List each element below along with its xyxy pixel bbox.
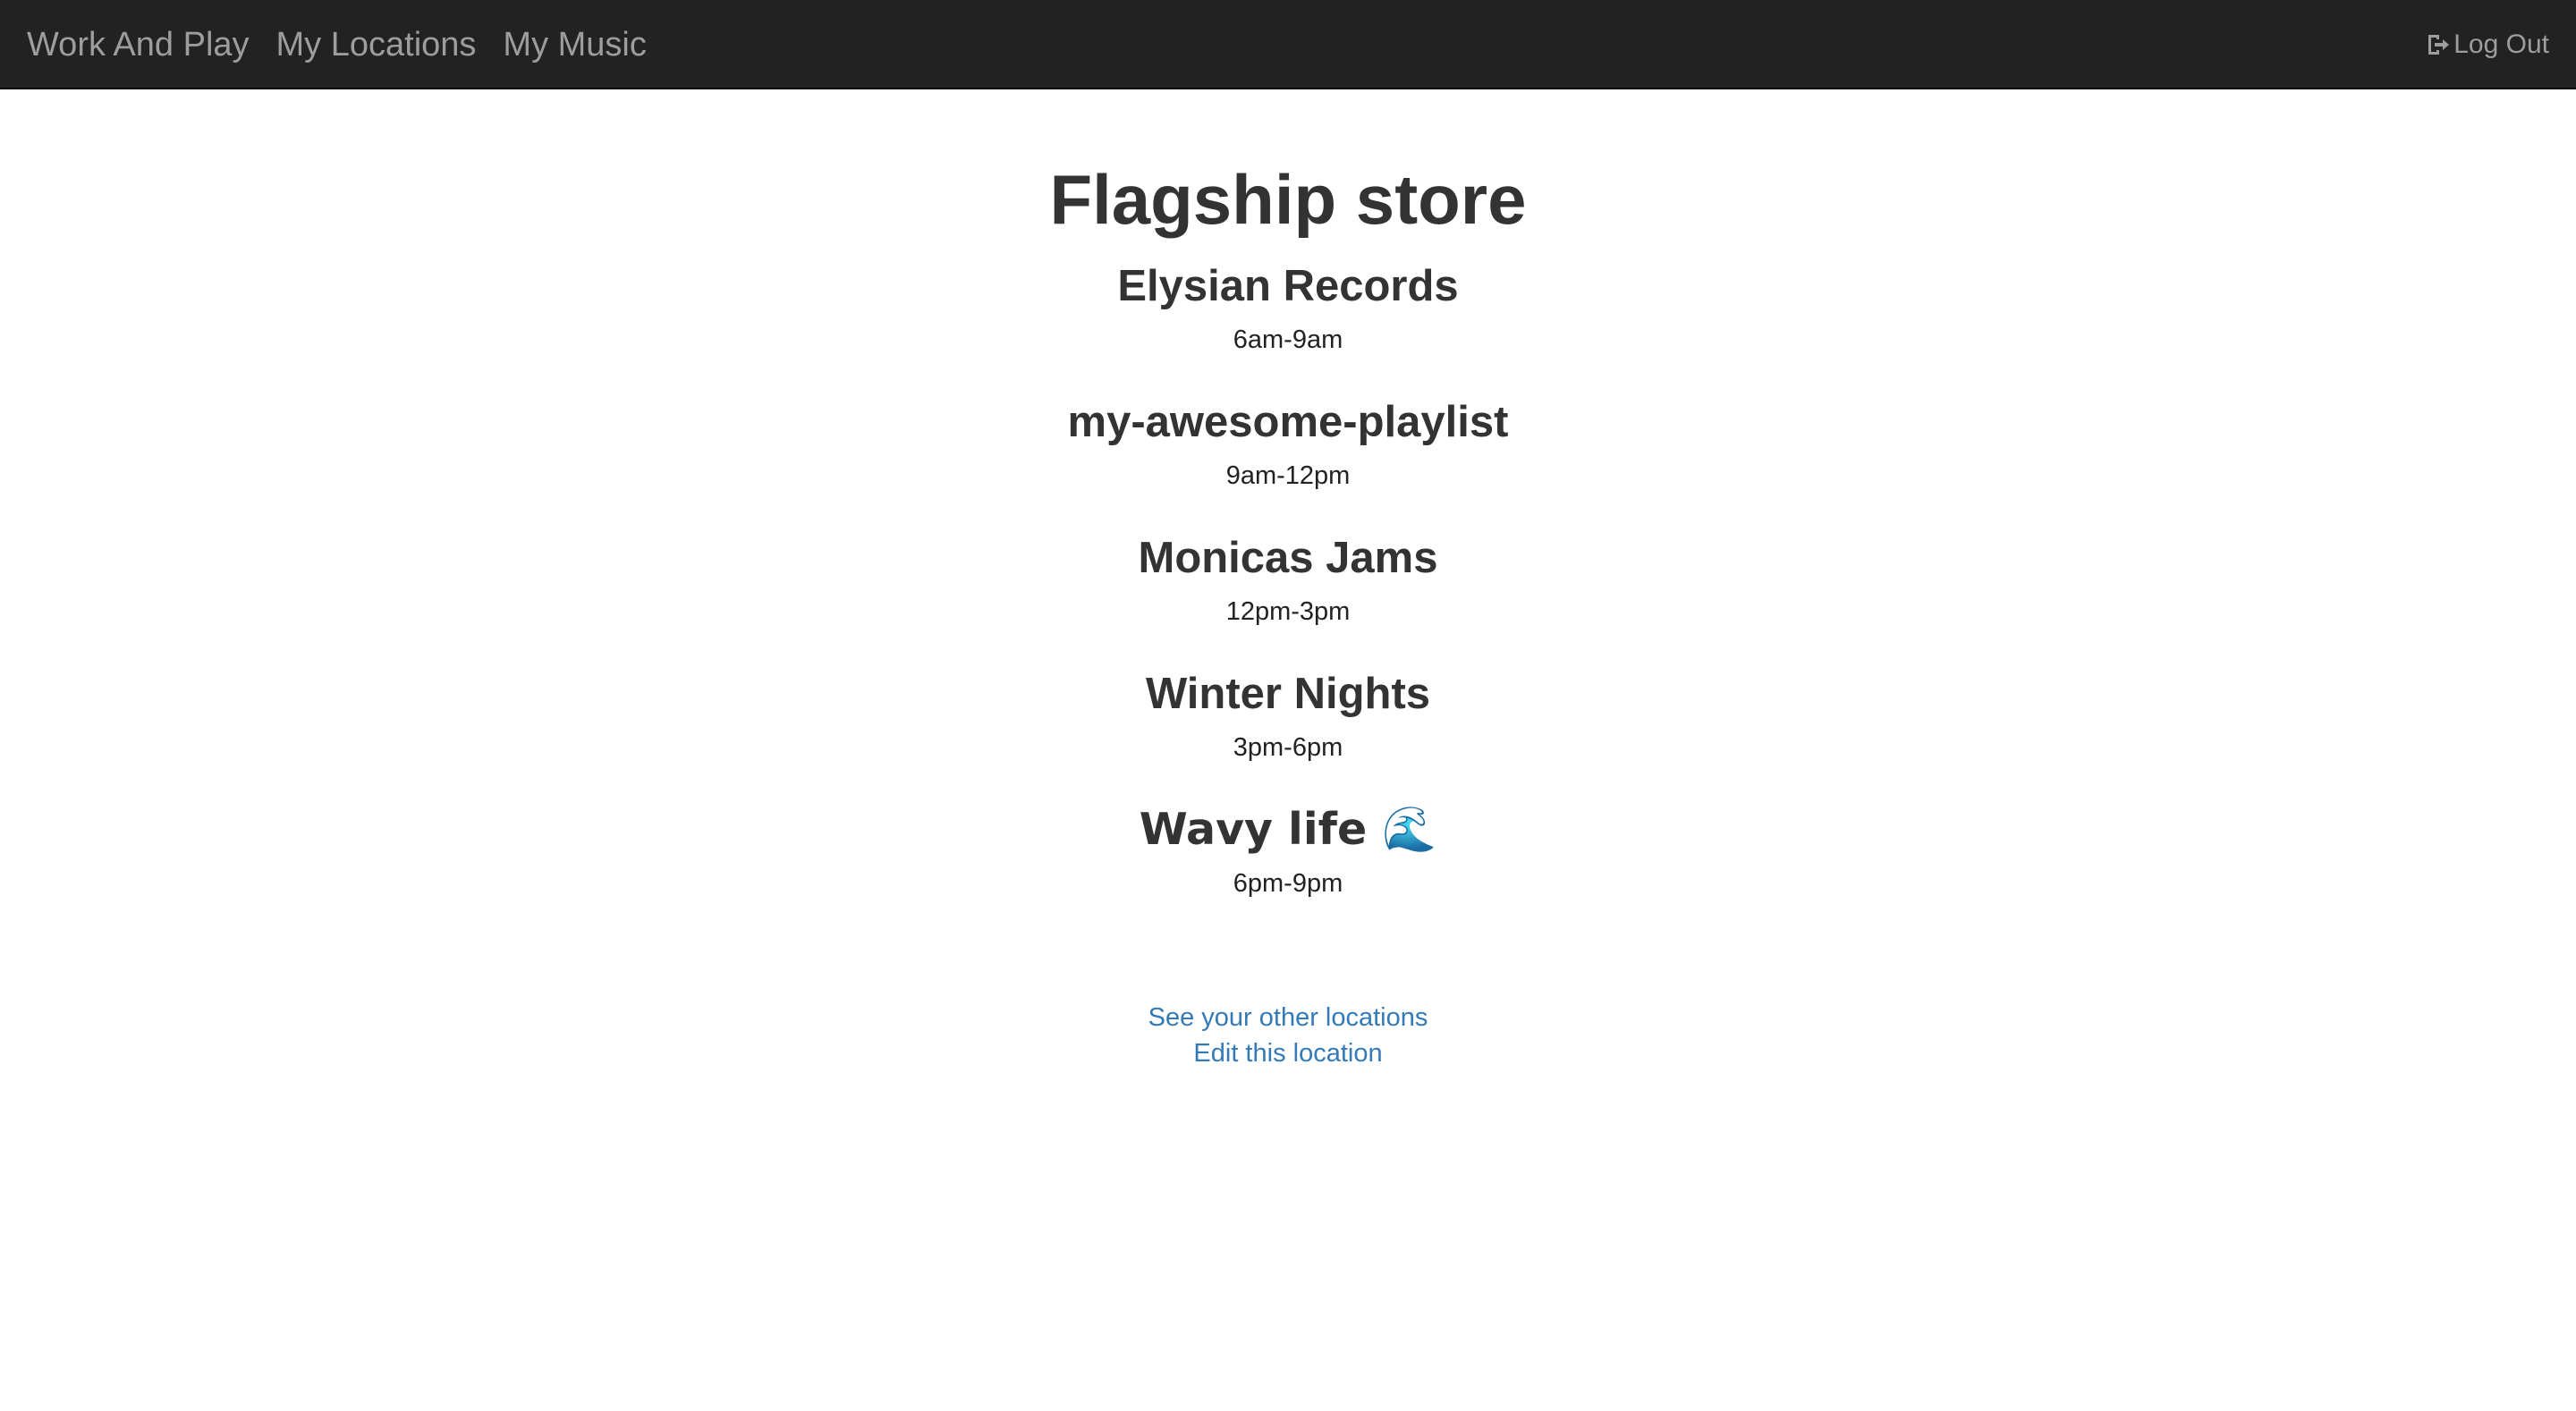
time-range: 6pm-9pm bbox=[1233, 869, 1343, 898]
schedule-item: Winter Nights 3pm-6pm bbox=[0, 667, 2576, 764]
playlist-name: Winter Nights bbox=[1145, 670, 1431, 718]
playlist-name: Wavy life 🌊 bbox=[1139, 804, 1437, 855]
logout-icon bbox=[2425, 31, 2452, 58]
page-title: Flagship store bbox=[1049, 160, 1527, 239]
schedule-item: Wavy life 🌊 6pm-9pm bbox=[0, 803, 2576, 900]
see-other-locations-link[interactable]: See your other locations bbox=[0, 1000, 2576, 1035]
nav-link-my-locations[interactable]: My Locations bbox=[276, 26, 477, 64]
time-range: 12pm-3pm bbox=[1225, 597, 1351, 626]
top-navbar: Work And Play My Locations My Music Log … bbox=[0, 0, 2576, 89]
nav-link-my-music[interactable]: My Music bbox=[503, 26, 646, 64]
logout-label: Log Out bbox=[2453, 30, 2549, 59]
time-range: 9am-12pm bbox=[1225, 461, 1351, 490]
location-links: See your other locations Edit this locat… bbox=[0, 1000, 2576, 1071]
brand-link[interactable]: Work And Play bbox=[27, 26, 250, 64]
schedule-item: Monicas Jams 12pm-3pm bbox=[0, 531, 2576, 628]
time-range: 6am-9am bbox=[1233, 325, 1343, 354]
logout-button[interactable]: Log Out bbox=[2425, 0, 2549, 89]
schedule-item: Elysian Records 6am-9am bbox=[0, 259, 2576, 356]
navbar-left: Work And Play My Locations My Music bbox=[27, 0, 674, 89]
time-range: 3pm-6pm bbox=[1233, 733, 1343, 762]
schedule-item: my-awesome-playlist 9am-12pm bbox=[0, 395, 2576, 492]
playlist-name: Monicas Jams bbox=[1138, 534, 1438, 582]
playlist-name: Elysian Records bbox=[1117, 262, 1459, 310]
playlist-name: my-awesome-playlist bbox=[1067, 398, 1509, 446]
edit-location-link[interactable]: Edit this location bbox=[0, 1035, 2576, 1071]
